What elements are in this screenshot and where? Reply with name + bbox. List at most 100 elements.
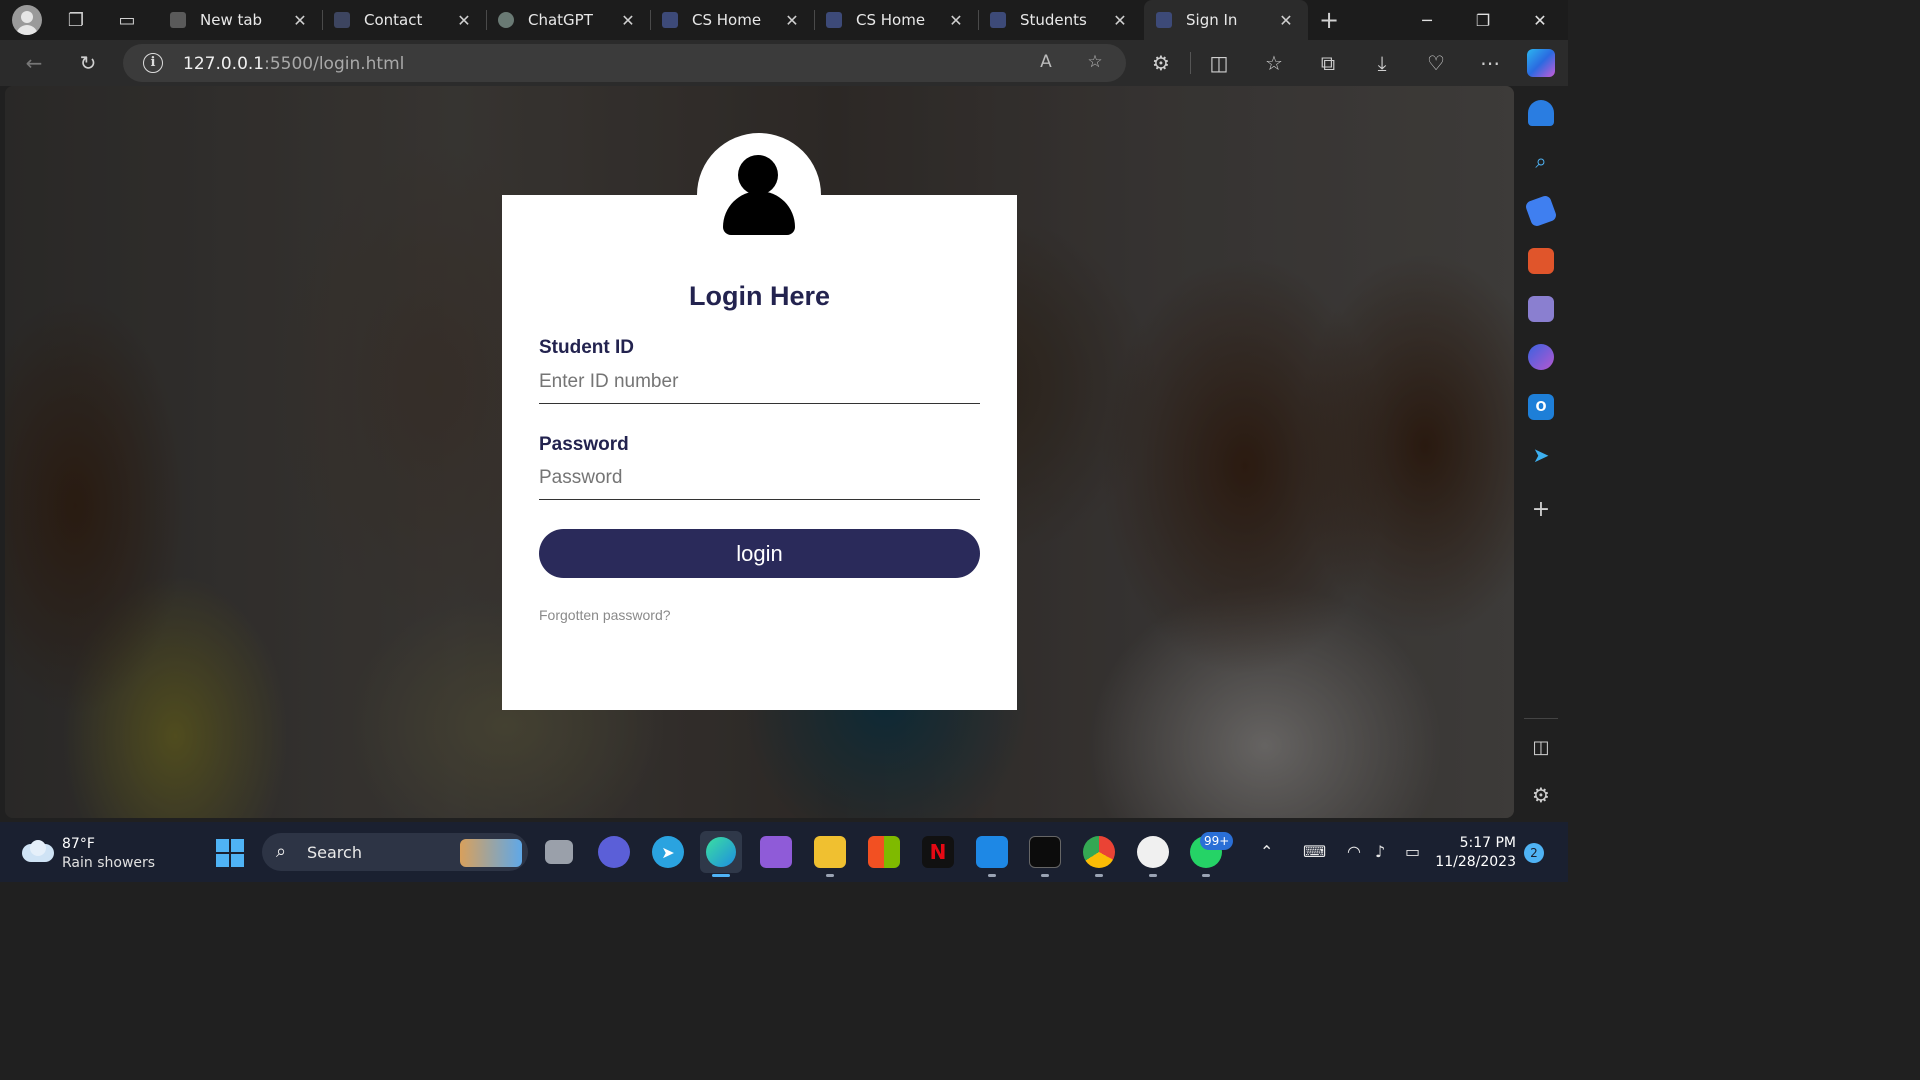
task-view-icon[interactable] bbox=[545, 840, 573, 864]
edge-icon bbox=[706, 837, 736, 867]
info-icon[interactable]: i bbox=[143, 53, 163, 73]
forgot-password-link[interactable]: Forgotten password? bbox=[539, 607, 671, 623]
notifications-icon[interactable] bbox=[1528, 100, 1554, 126]
downloads-icon[interactable]: ⤓ bbox=[1368, 50, 1396, 76]
tab-label: New tab bbox=[200, 11, 263, 29]
search-highlight-image bbox=[460, 839, 522, 867]
show-hidden-icons-icon[interactable]: ⌃ bbox=[1260, 842, 1273, 861]
keyboard-icon[interactable]: ⌨ bbox=[1303, 842, 1326, 861]
browser-essentials-icon[interactable]: ♡ bbox=[1422, 50, 1450, 76]
search-icon[interactable]: ⌕ bbox=[1528, 148, 1554, 174]
hide-sidebar-icon[interactable]: ◫ bbox=[1528, 734, 1554, 760]
tab-cs-home[interactable]: CS Home ✕ bbox=[650, 0, 815, 40]
windows-start-icon[interactable] bbox=[216, 839, 244, 867]
running-indicator bbox=[826, 874, 834, 877]
chrome-icon[interactable] bbox=[1083, 836, 1115, 868]
split-screen-icon[interactable]: ◫ bbox=[1205, 50, 1233, 76]
edge-taskbar-button[interactable] bbox=[700, 831, 742, 873]
outlook-icon[interactable]: O bbox=[1528, 394, 1554, 420]
tab-actions-icon[interactable]: ▭ bbox=[115, 8, 139, 32]
read-aloud-icon[interactable]: A bbox=[1034, 52, 1058, 74]
telegram-icon[interactable]: ➤ bbox=[652, 836, 684, 868]
sidebar-settings-icon[interactable]: ⚙ bbox=[1528, 782, 1554, 808]
minimize-icon[interactable]: ─ bbox=[1399, 0, 1455, 40]
teams-chat-icon[interactable] bbox=[598, 836, 630, 868]
password-input[interactable] bbox=[539, 456, 980, 500]
close-icon[interactable]: ✕ bbox=[290, 11, 310, 30]
favorite-star-icon[interactable]: ☆ bbox=[1083, 52, 1107, 74]
vscode-icon[interactable] bbox=[976, 836, 1008, 868]
tab-cs-home-2[interactable]: CS Home ✕ bbox=[814, 0, 979, 40]
close-icon[interactable]: ✕ bbox=[782, 11, 802, 30]
tab-chatgpt[interactable]: ChatGPT ✕ bbox=[486, 0, 651, 40]
taskbar-search[interactable]: ⌕ Search bbox=[262, 833, 528, 871]
weather-rain-icon[interactable] bbox=[22, 840, 54, 864]
sidebar-divider bbox=[1524, 718, 1558, 719]
tab-students[interactable]: Students ✕ bbox=[978, 0, 1142, 40]
url-path: :5500/login.html bbox=[264, 54, 405, 74]
profile-avatar[interactable] bbox=[12, 5, 42, 35]
address-bar[interactable]: i 127.0.0.1:5500/login.html A ☆ bbox=[123, 44, 1126, 82]
whatsapp-badge: 99+ bbox=[1200, 832, 1234, 850]
chatgpt-icon bbox=[498, 12, 514, 28]
tab-sign-in[interactable]: Sign In ✕ bbox=[1144, 0, 1308, 40]
battery-icon[interactable]: ▭ bbox=[1405, 842, 1420, 861]
wifi-icon[interactable]: ◠ bbox=[1347, 842, 1361, 861]
more-options-icon[interactable]: ⋯ bbox=[1476, 50, 1504, 76]
extensions-icon[interactable]: ⚙ bbox=[1147, 50, 1175, 76]
tab-contact[interactable]: Contact ✕ bbox=[322, 0, 487, 40]
visual-studio-icon[interactable] bbox=[760, 836, 792, 868]
running-indicator bbox=[1095, 874, 1103, 877]
volume-icon[interactable]: ♪ bbox=[1375, 842, 1385, 861]
edge-sidebar: ⌕ O ➤ + ◫ ⚙ bbox=[1514, 86, 1568, 818]
weather-description[interactable]: Rain showers bbox=[62, 855, 155, 871]
student-id-input[interactable] bbox=[539, 360, 980, 404]
clock-time[interactable]: 5:17 PM bbox=[1460, 835, 1516, 851]
site-icon bbox=[1156, 12, 1172, 28]
new-tab-button[interactable]: + bbox=[1317, 6, 1341, 34]
copilot-icon[interactable] bbox=[1527, 49, 1555, 77]
restore-icon[interactable]: ❐ bbox=[1455, 0, 1511, 40]
close-icon[interactable]: ✕ bbox=[454, 11, 474, 30]
window-close-icon[interactable]: ✕ bbox=[1512, 0, 1568, 40]
collections-icon[interactable]: ⧉ bbox=[1314, 50, 1342, 76]
cloud-puff bbox=[30, 840, 46, 856]
student-id-label: Student ID bbox=[539, 337, 634, 358]
close-icon[interactable]: ✕ bbox=[1276, 11, 1296, 30]
page-viewport: Login Here Student ID Password login For… bbox=[5, 86, 1514, 818]
weather-temperature[interactable]: 87°F bbox=[62, 836, 95, 852]
avatar-body bbox=[723, 191, 795, 235]
running-indicator bbox=[1041, 874, 1049, 877]
close-icon[interactable]: ✕ bbox=[946, 11, 966, 30]
tab-label: Contact bbox=[364, 11, 423, 29]
tab-bar: ❐ ▭ New tab ✕ Contact ✕ ChatGPT ✕ CS Hom… bbox=[0, 0, 1568, 40]
tab-label: ChatGPT bbox=[528, 11, 593, 29]
netflix-icon[interactable]: N bbox=[922, 836, 954, 868]
url-text[interactable]: 127.0.0.1:5500/login.html bbox=[183, 54, 404, 74]
site-icon bbox=[990, 12, 1006, 28]
close-icon[interactable]: ✕ bbox=[1110, 11, 1130, 30]
clock-date[interactable]: 11/28/2023 bbox=[1435, 854, 1516, 870]
tab-new-tab[interactable]: New tab ✕ bbox=[158, 0, 323, 40]
back-icon[interactable]: ← bbox=[20, 50, 48, 76]
site-icon bbox=[334, 12, 350, 28]
add-sidebar-app-icon[interactable]: + bbox=[1528, 496, 1554, 522]
games-icon[interactable] bbox=[1528, 296, 1554, 322]
microsoft-365-icon[interactable] bbox=[1528, 344, 1554, 370]
microsoft-store-icon[interactable] bbox=[868, 836, 900, 868]
workspaces-icon[interactable]: ❐ bbox=[64, 8, 88, 32]
terminal-icon[interactable] bbox=[1029, 836, 1061, 868]
site-icon bbox=[662, 12, 678, 28]
file-explorer-icon[interactable] bbox=[814, 836, 846, 868]
github-icon[interactable] bbox=[1137, 836, 1169, 868]
refresh-icon[interactable]: ↻ bbox=[74, 50, 102, 76]
running-indicator bbox=[1202, 874, 1210, 877]
close-icon[interactable]: ✕ bbox=[618, 11, 638, 30]
notification-count-badge[interactable]: 2 bbox=[1524, 843, 1544, 863]
login-button[interactable]: login bbox=[539, 529, 980, 578]
shopping-tag-icon[interactable] bbox=[1524, 194, 1558, 228]
login-title: Login Here bbox=[688, 281, 830, 311]
drop-icon[interactable]: ➤ bbox=[1528, 442, 1554, 468]
tools-icon[interactable] bbox=[1528, 248, 1554, 274]
favorites-icon[interactable]: ☆ bbox=[1260, 50, 1288, 76]
